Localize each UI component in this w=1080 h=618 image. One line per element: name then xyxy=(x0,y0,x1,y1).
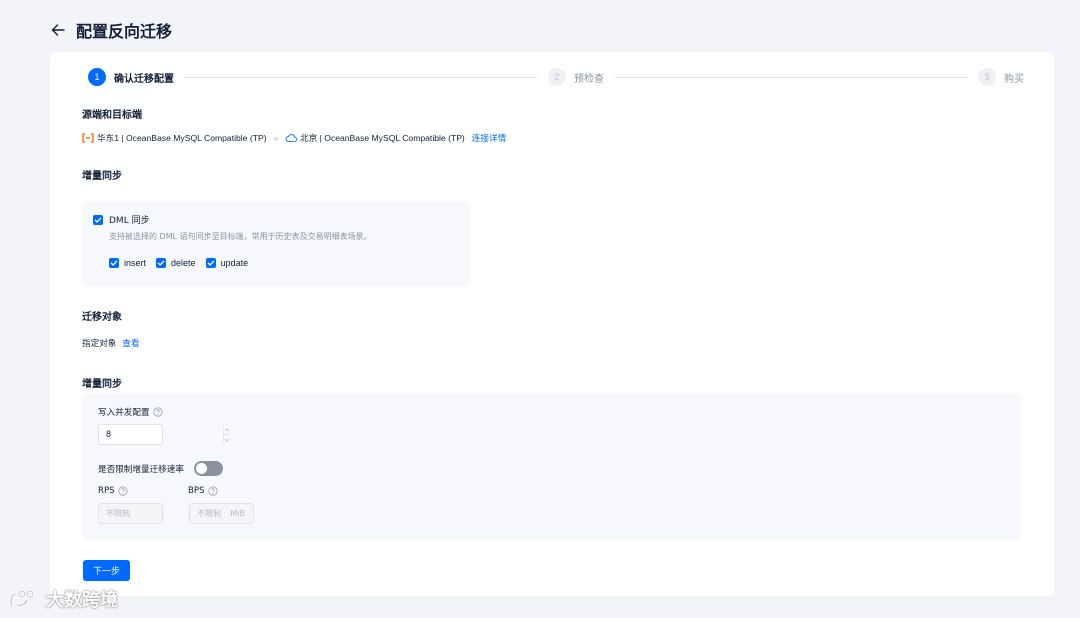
steps-bar: 1 确认迁移配置 2 预检查 3 购买 xyxy=(88,68,1024,86)
step-divider xyxy=(184,76,538,78)
rate-limit-label: 是否限制增量迁移速率 xyxy=(98,465,184,475)
step-divider xyxy=(614,76,968,78)
question-circle-icon[interactable] xyxy=(152,407,163,417)
step-precheck: 2 预检查 xyxy=(548,68,604,86)
section-title-incremental-sync: 增量同步 xyxy=(82,171,122,182)
step-number: 2 xyxy=(548,68,566,86)
rps-label: RPS xyxy=(98,486,115,496)
bps-input[interactable]: 不限制 MiB xyxy=(189,503,254,524)
dml-sync-description: 支持被选择的 DML 语句同步至目标端，常用于历史表及交易明细表场景。 xyxy=(109,232,372,241)
check-icon xyxy=(94,217,102,223)
view-objects-link[interactable]: 查看 xyxy=(122,337,139,349)
next-button[interactable]: 下一步 xyxy=(83,560,130,581)
watermark-text: 大数跨境 xyxy=(46,590,118,611)
bps-field: BPS xyxy=(188,486,218,496)
step-label: 购买 xyxy=(1004,73,1024,85)
op-label: insert xyxy=(124,258,147,268)
specified-objects-row: 指定对象 查看 xyxy=(82,337,140,349)
config-card: 1 确认迁移配置 2 预检查 3 购买 源端和目标端 华东1 | OceanBa… xyxy=(50,52,1054,596)
rate-limit-field: 是否限制增量迁移速率 xyxy=(98,463,184,475)
concurrency-field: 写入并发配置 xyxy=(98,406,163,418)
dml-sync-panel: DML 同步 支持被选择的 DML 语句同步至目标端，常用于历史表及交易明细表场… xyxy=(82,202,470,286)
section-title-incremental-config: 增量同步 xyxy=(82,379,122,390)
op-delete[interactable]: delete xyxy=(156,258,196,268)
step-number: 1 xyxy=(88,68,106,86)
endpoint-row: 华东1 | OceanBase MySQL Compatible (TP) » … xyxy=(82,131,506,145)
rps-placeholder: 不限制 xyxy=(106,509,130,518)
question-circle-icon[interactable] xyxy=(118,486,128,496)
section-title-objects: 迁移对象 xyxy=(82,312,122,323)
concurrency-stepper[interactable] xyxy=(98,424,230,445)
toggle-knob xyxy=(196,463,207,474)
watermark: 大数跨境 xyxy=(8,586,118,612)
rps-field: RPS xyxy=(98,486,128,496)
decrement-button[interactable] xyxy=(224,434,230,444)
step-purchase: 3 购买 xyxy=(978,68,1024,86)
chevron-down-icon xyxy=(224,438,230,442)
check-icon xyxy=(207,260,214,266)
specified-objects-label: 指定对象 xyxy=(82,339,117,349)
op-label: update xyxy=(220,258,249,268)
source-endpoint-icon xyxy=(82,133,94,143)
step-label: 预检查 xyxy=(574,73,604,85)
op-insert[interactable]: insert xyxy=(109,258,146,268)
arrow-left-icon[interactable] xyxy=(50,22,66,38)
concurrency-input[interactable] xyxy=(99,425,223,444)
connection-details-link[interactable]: 连接详情 xyxy=(472,132,506,144)
bps-unit: MiB xyxy=(230,509,245,518)
dml-operations: insert delete update xyxy=(109,258,248,268)
dml-sync-option[interactable]: DML 同步 xyxy=(93,213,150,226)
question-circle-icon[interactable] xyxy=(207,486,218,496)
insert-checkbox[interactable] xyxy=(109,258,119,268)
step-confirm-config: 1 确认迁移配置 xyxy=(88,68,174,86)
incremental-config-panel: 写入并发配置 是否限制增量迁移速率 RPS xyxy=(82,394,1021,540)
chevron-up-icon xyxy=(224,427,230,431)
dml-sync-checkbox[interactable] xyxy=(93,214,103,225)
watermark-logo-icon xyxy=(9,590,34,608)
rate-limit-toggle[interactable] xyxy=(194,461,223,476)
rps-input[interactable]: 不限制 xyxy=(98,503,163,524)
source-endpoint: 华东1 | OceanBase MySQL Compatible (TP) xyxy=(97,133,267,143)
delete-checkbox[interactable] xyxy=(156,258,167,268)
stepper-buttons xyxy=(223,425,230,444)
update-checkbox[interactable] xyxy=(205,258,216,268)
check-icon xyxy=(110,260,118,266)
check-icon xyxy=(157,260,165,266)
cloud-icon xyxy=(285,133,298,143)
page-header: 配置反向迁移 xyxy=(50,18,172,42)
dml-sync-label: DML 同步 xyxy=(109,216,150,226)
step-label: 确认迁移配置 xyxy=(114,73,174,85)
op-update[interactable]: update xyxy=(205,258,249,268)
concurrency-label: 写入并发配置 xyxy=(98,408,150,418)
section-title-endpoints: 源端和目标端 xyxy=(82,110,142,121)
increment-button[interactable] xyxy=(224,425,230,434)
op-label: delete xyxy=(171,258,196,268)
target-endpoint: 北京 | OceanBase MySQL Compatible (TP) xyxy=(300,133,465,143)
endpoint-arrow: » xyxy=(273,133,279,143)
bps-placeholder: 不限制 xyxy=(197,509,221,518)
step-number: 3 xyxy=(978,68,996,86)
page-title: 配置反向迁移 xyxy=(76,22,173,41)
bps-label: BPS xyxy=(188,486,205,496)
